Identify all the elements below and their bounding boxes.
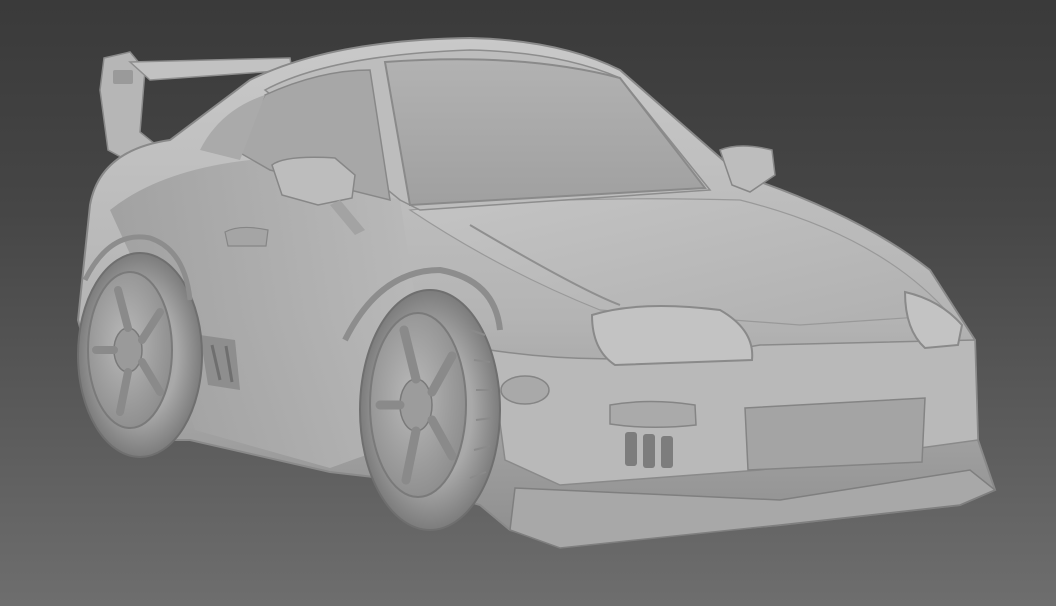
rear-wheel — [77, 252, 203, 458]
front-wheel — [359, 289, 501, 531]
windshield — [383, 58, 707, 207]
car-model-render — [76, 36, 997, 549]
3d-viewport[interactable] — [0, 0, 1056, 606]
door-handle — [224, 226, 269, 247]
turn-signal — [500, 375, 550, 405]
grille — [744, 397, 926, 471]
